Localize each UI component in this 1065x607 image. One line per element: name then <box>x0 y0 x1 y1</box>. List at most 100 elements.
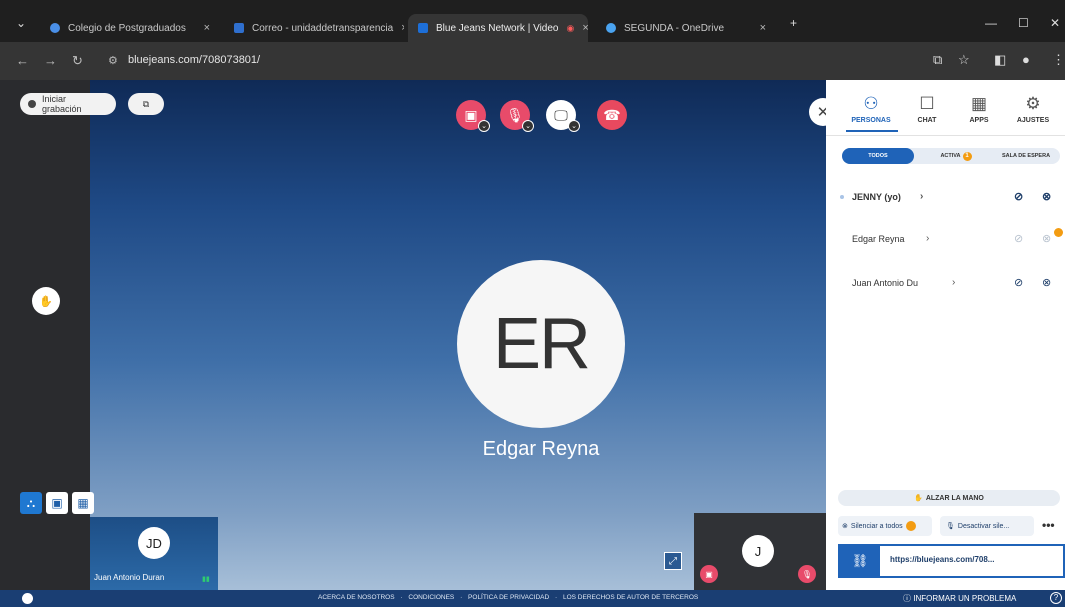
meeting-link[interactable]: https://bluejeans.com/708... <box>890 555 994 564</box>
tab-label: APPS <box>969 117 989 124</box>
participant-name: Juan Antonio Du <box>852 278 919 288</box>
close-tab-icon[interactable]: × <box>204 22 210 34</box>
mute-all-button[interactable]: ⊗ Silenciar a todos <box>838 516 932 536</box>
browser-tab-bar: ⌄ Colegio de Postgraduados × Correo - un… <box>0 0 1065 42</box>
camera-off-icon[interactable]: ⊘ <box>1014 276 1023 289</box>
footer: ACERCA DE NOSOTROS · CONDICIONES · POLÍT… <box>0 590 1065 607</box>
mic-off-icon: ⊗ <box>842 523 848 530</box>
participant-thumbnail-jd[interactable]: JD Juan Antonio Duran ▮▮ <box>90 517 218 590</box>
mic-off-icon[interactable]: ⊗ <box>1042 232 1051 245</box>
outlook-icon <box>234 23 244 33</box>
hand-icon: ✋ <box>914 495 923 502</box>
notice-badge <box>905 521 916 531</box>
camera-options-icon[interactable]: ⌄ <box>478 120 490 132</box>
start-recording-button[interactable]: Iniciar grabación <box>20 93 116 115</box>
chevron-right-icon[interactable]: › <box>920 191 923 202</box>
footer-link-privacy[interactable]: POLÍTICA DE PRIVACIDAD <box>468 594 549 601</box>
forward-icon[interactable]: → <box>44 53 57 68</box>
chat-icon: ☐ <box>919 94 935 113</box>
raise-hand-button[interactable]: ✋ ALZAR LA MANO <box>838 490 1060 506</box>
people-icon: ⛬ <box>26 495 36 510</box>
tab-onedrive[interactable]: SEGUNDA - OneDrive × <box>596 14 776 42</box>
filter-todos[interactable]: TODOS <box>842 148 914 164</box>
mic-off-icon: 🎙 <box>798 565 816 583</box>
chevron-right-icon[interactable]: › <box>952 277 955 288</box>
speaker-layout-button[interactable]: ▣ <box>46 492 68 514</box>
minimize-icon[interactable]: — <box>985 16 997 30</box>
reload-icon[interactable]: ↻ <box>72 53 83 69</box>
tab-bluejeans[interactable]: Blue Jeans Network | Video ◉ × <box>408 14 588 42</box>
bluejeans-icon <box>418 23 428 33</box>
tab-search-icon[interactable]: ⌄ <box>16 16 26 30</box>
tab-colegio[interactable]: Colegio de Postgraduados × <box>40 14 220 42</box>
screen-share-button[interactable]: 🖵 ⌄ <box>546 100 580 132</box>
chevron-right-icon[interactable]: › <box>926 233 929 244</box>
mic-off-icon[interactable]: ⊗ <box>1042 190 1051 203</box>
grid-icon: ▦ <box>77 496 89 510</box>
participant-filter: TODOS ACTIVA 1 SALA DE ESPERA <box>842 148 1060 164</box>
meeting-link-box[interactable]: ⛓ https://bluejeans.com/708... <box>838 544 1065 578</box>
gallery-layout-button[interactable]: ▦ <box>72 492 94 514</box>
new-tab-button[interactable]: + <box>790 16 797 30</box>
bookmark-star-icon[interactable]: ☆ <box>958 52 970 68</box>
close-tab-icon[interactable]: × <box>760 22 766 34</box>
filter-sala-espera[interactable]: SALA DE ESPERA <box>992 148 1060 164</box>
tab-title: Correo - unidaddetransparencia <box>252 22 394 34</box>
tab-title: Colegio de Postgraduados <box>68 22 186 34</box>
help-icon[interactable]: ? <box>1050 592 1062 604</box>
mic-options-icon[interactable]: ⌄ <box>522 120 534 132</box>
mic-off-icon[interactable]: ⊗ <box>1042 276 1051 289</box>
footer-link-copyright[interactable]: LOS DERECHOS DE AUTOR DE TERCEROS <box>563 594 698 601</box>
filter-activa[interactable]: ACTIVA 1 <box>928 148 984 164</box>
maximize-icon[interactable]: ☐ <box>1018 16 1029 30</box>
close-tab-icon[interactable]: × <box>582 22 588 34</box>
hang-up-icon: ☎ <box>603 106 621 123</box>
back-icon[interactable]: ← <box>16 53 29 68</box>
footer-link-about[interactable]: ACERCA DE NOSOTROS <box>318 594 395 601</box>
share-screen-small-button[interactable]: ⧉ <box>128 93 164 115</box>
share-options-icon[interactable]: ⌄ <box>568 120 580 132</box>
footer-link-terms[interactable]: CONDICIONES <box>408 594 454 601</box>
camera-off-icon[interactable]: ⊘ <box>1014 190 1023 203</box>
participant-row[interactable]: Edgar Reyna › ⊘ ⊗ <box>838 228 1063 248</box>
camera-toggle-button[interactable]: ▣ ⌄ <box>456 100 490 132</box>
participant-name: JENNY (yo) <box>852 192 901 202</box>
close-tab-icon[interactable]: × <box>401 22 404 34</box>
self-indicator <box>840 195 844 199</box>
mic-icon: 🎙 <box>946 523 955 530</box>
separator: · <box>555 594 558 601</box>
tab-correo[interactable]: Correo - unidaddetransparencia × <box>224 14 404 42</box>
tab-ajustes[interactable]: ⚙ AJUSTES <box>1008 94 1058 124</box>
site-info-icon[interactable]: ⚙ <box>108 54 118 67</box>
participant-name: Juan Antonio Duran <box>94 573 165 582</box>
participant-row[interactable]: JENNY (yo) › ⊘ ⊗ <box>838 190 1060 206</box>
record-icon <box>28 100 36 108</box>
tab-chat[interactable]: ☐ CHAT <box>902 94 952 124</box>
close-window-icon[interactable]: ✕ <box>1050 16 1060 30</box>
self-thumbnail[interactable]: ▣ J 🎙 <box>694 513 826 590</box>
disable-mute-button[interactable]: 🎙 Desactivar sile... <box>940 516 1034 536</box>
report-problem-button[interactable]: ⓘ INFORMAR UN PROBLEMA <box>903 593 1016 604</box>
profile-icon[interactable]: ● <box>1022 52 1030 67</box>
hand-icon: ✋ <box>39 295 53 308</box>
end-call-button[interactable]: ☎ <box>597 100 627 130</box>
people-layout-button[interactable]: ⛬ <box>20 492 42 514</box>
tab-apps[interactable]: ▦ APPS <box>954 94 1004 124</box>
bluejeans-logo-icon <box>22 593 33 604</box>
menu-icon[interactable]: ⋮ <box>1052 52 1065 68</box>
tab-personas[interactable]: ⚇ PERSONAS <box>846 94 896 124</box>
link-icon[interactable]: ⛓ <box>840 546 880 576</box>
url-field[interactable]: bluejeans.com/708073801/ <box>128 54 260 66</box>
side-participant-avatar[interactable]: ✋ <box>32 287 60 315</box>
expand-icon[interactable]: ⤢ <box>664 552 682 570</box>
mic-toggle-button[interactable]: 🎙 ⌄ <box>500 100 534 132</box>
participants-panel: ⚇ PERSONAS ☐ CHAT ▦ APPS ⚙ AJUSTES TODOS… <box>826 80 1065 590</box>
more-options-button[interactable]: ••• <box>1042 518 1055 532</box>
camera-off-icon[interactable]: ⊘ <box>1014 232 1023 245</box>
participant-row[interactable]: Juan Antonio Du › ⊘ ⊗ <box>838 276 1060 292</box>
cast-icon[interactable]: ⧉ <box>933 52 942 68</box>
side-panel-icon[interactable]: ◧ <box>994 52 1006 68</box>
share-icon: ⧉ <box>142 98 150 109</box>
tab-label: PERSONAS <box>851 117 891 124</box>
speaker-avatar: ER <box>457 260 625 428</box>
